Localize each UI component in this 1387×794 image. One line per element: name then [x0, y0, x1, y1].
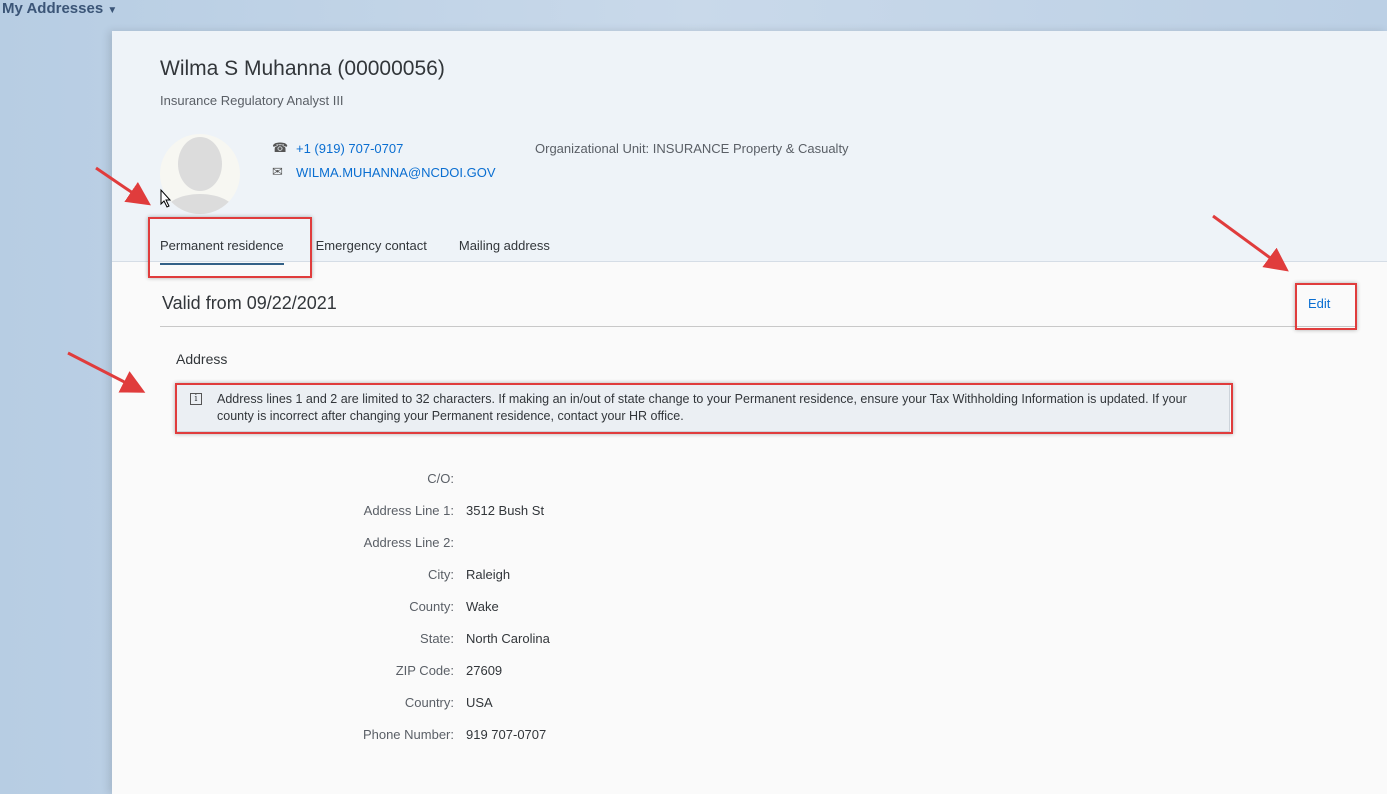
org-unit: Organizational Unit: INSURANCE Property …: [535, 141, 849, 156]
field-row: County: Wake: [112, 599, 812, 619]
field-value: Raleigh: [466, 567, 511, 582]
job-title: Insurance Regulatory Analyst III: [160, 93, 344, 108]
email-contact: ✉ WILMA.MUHANNA@NCDOI.GOV: [272, 164, 496, 180]
field-value: 27609: [466, 663, 503, 678]
tab-mailing-address[interactable]: Mailing address: [459, 238, 550, 265]
employee-name: Wilma S Muhanna (00000056): [160, 57, 445, 80]
field-row: C/O:: [112, 471, 812, 491]
top-bar: My Addresses ▼: [0, 0, 1387, 31]
field-row: Address Line 2:: [112, 535, 812, 555]
annotation-box-edit: [1295, 283, 1357, 330]
field-row: Phone Number: 919 707-0707: [112, 727, 812, 747]
app-title: My Addresses: [2, 0, 104, 17]
annotation-box-tab: [148, 217, 312, 278]
field-label: Address Line 1:: [363, 503, 454, 518]
field-row: ZIP Code: 27609: [112, 663, 812, 683]
field-row: City: Raleigh: [112, 567, 812, 587]
person-placeholder-icon: [162, 137, 238, 214]
app-title-menu[interactable]: My Addresses ▼: [2, 0, 117, 17]
field-row: Address Line 1: 3512 Bush St: [112, 503, 812, 523]
field-label: Address Line 2:: [363, 535, 454, 550]
field-label: County:: [409, 599, 454, 614]
annotation-box-info: [175, 383, 1233, 434]
field-label: Country:: [404, 695, 454, 710]
phone-contact: ☎ +1 (919) 707-0707: [272, 140, 403, 156]
avatar: [160, 134, 240, 214]
email-link[interactable]: WILMA.MUHANNA@NCDOI.GOV: [296, 165, 496, 180]
phone-link[interactable]: +1 (919) 707-0707: [296, 141, 403, 156]
field-row: State: North Carolina: [112, 631, 812, 651]
divider: [160, 326, 1357, 327]
address-heading: Address: [176, 351, 228, 367]
caret-down-icon: ▼: [107, 5, 118, 16]
field-label: C/O:: [427, 471, 454, 486]
field-label: City:: [428, 567, 454, 582]
field-value: USA: [466, 695, 493, 710]
field-value: North Carolina: [466, 631, 550, 646]
mail-icon: ✉: [272, 164, 283, 179]
field-value: 3512 Bush St: [466, 503, 545, 518]
tab-emergency-contact[interactable]: Emergency contact: [316, 238, 427, 265]
phone-icon: ☎: [272, 140, 289, 155]
field-label: ZIP Code:: [395, 663, 454, 678]
field-value: Wake: [466, 599, 499, 614]
field-label: Phone Number:: [362, 727, 454, 742]
field-row: Country: USA: [112, 695, 812, 715]
field-value: 919 707-0707: [466, 727, 547, 742]
valid-from-title: Valid from 09/22/2021: [162, 293, 337, 313]
field-label: State:: [420, 631, 454, 646]
